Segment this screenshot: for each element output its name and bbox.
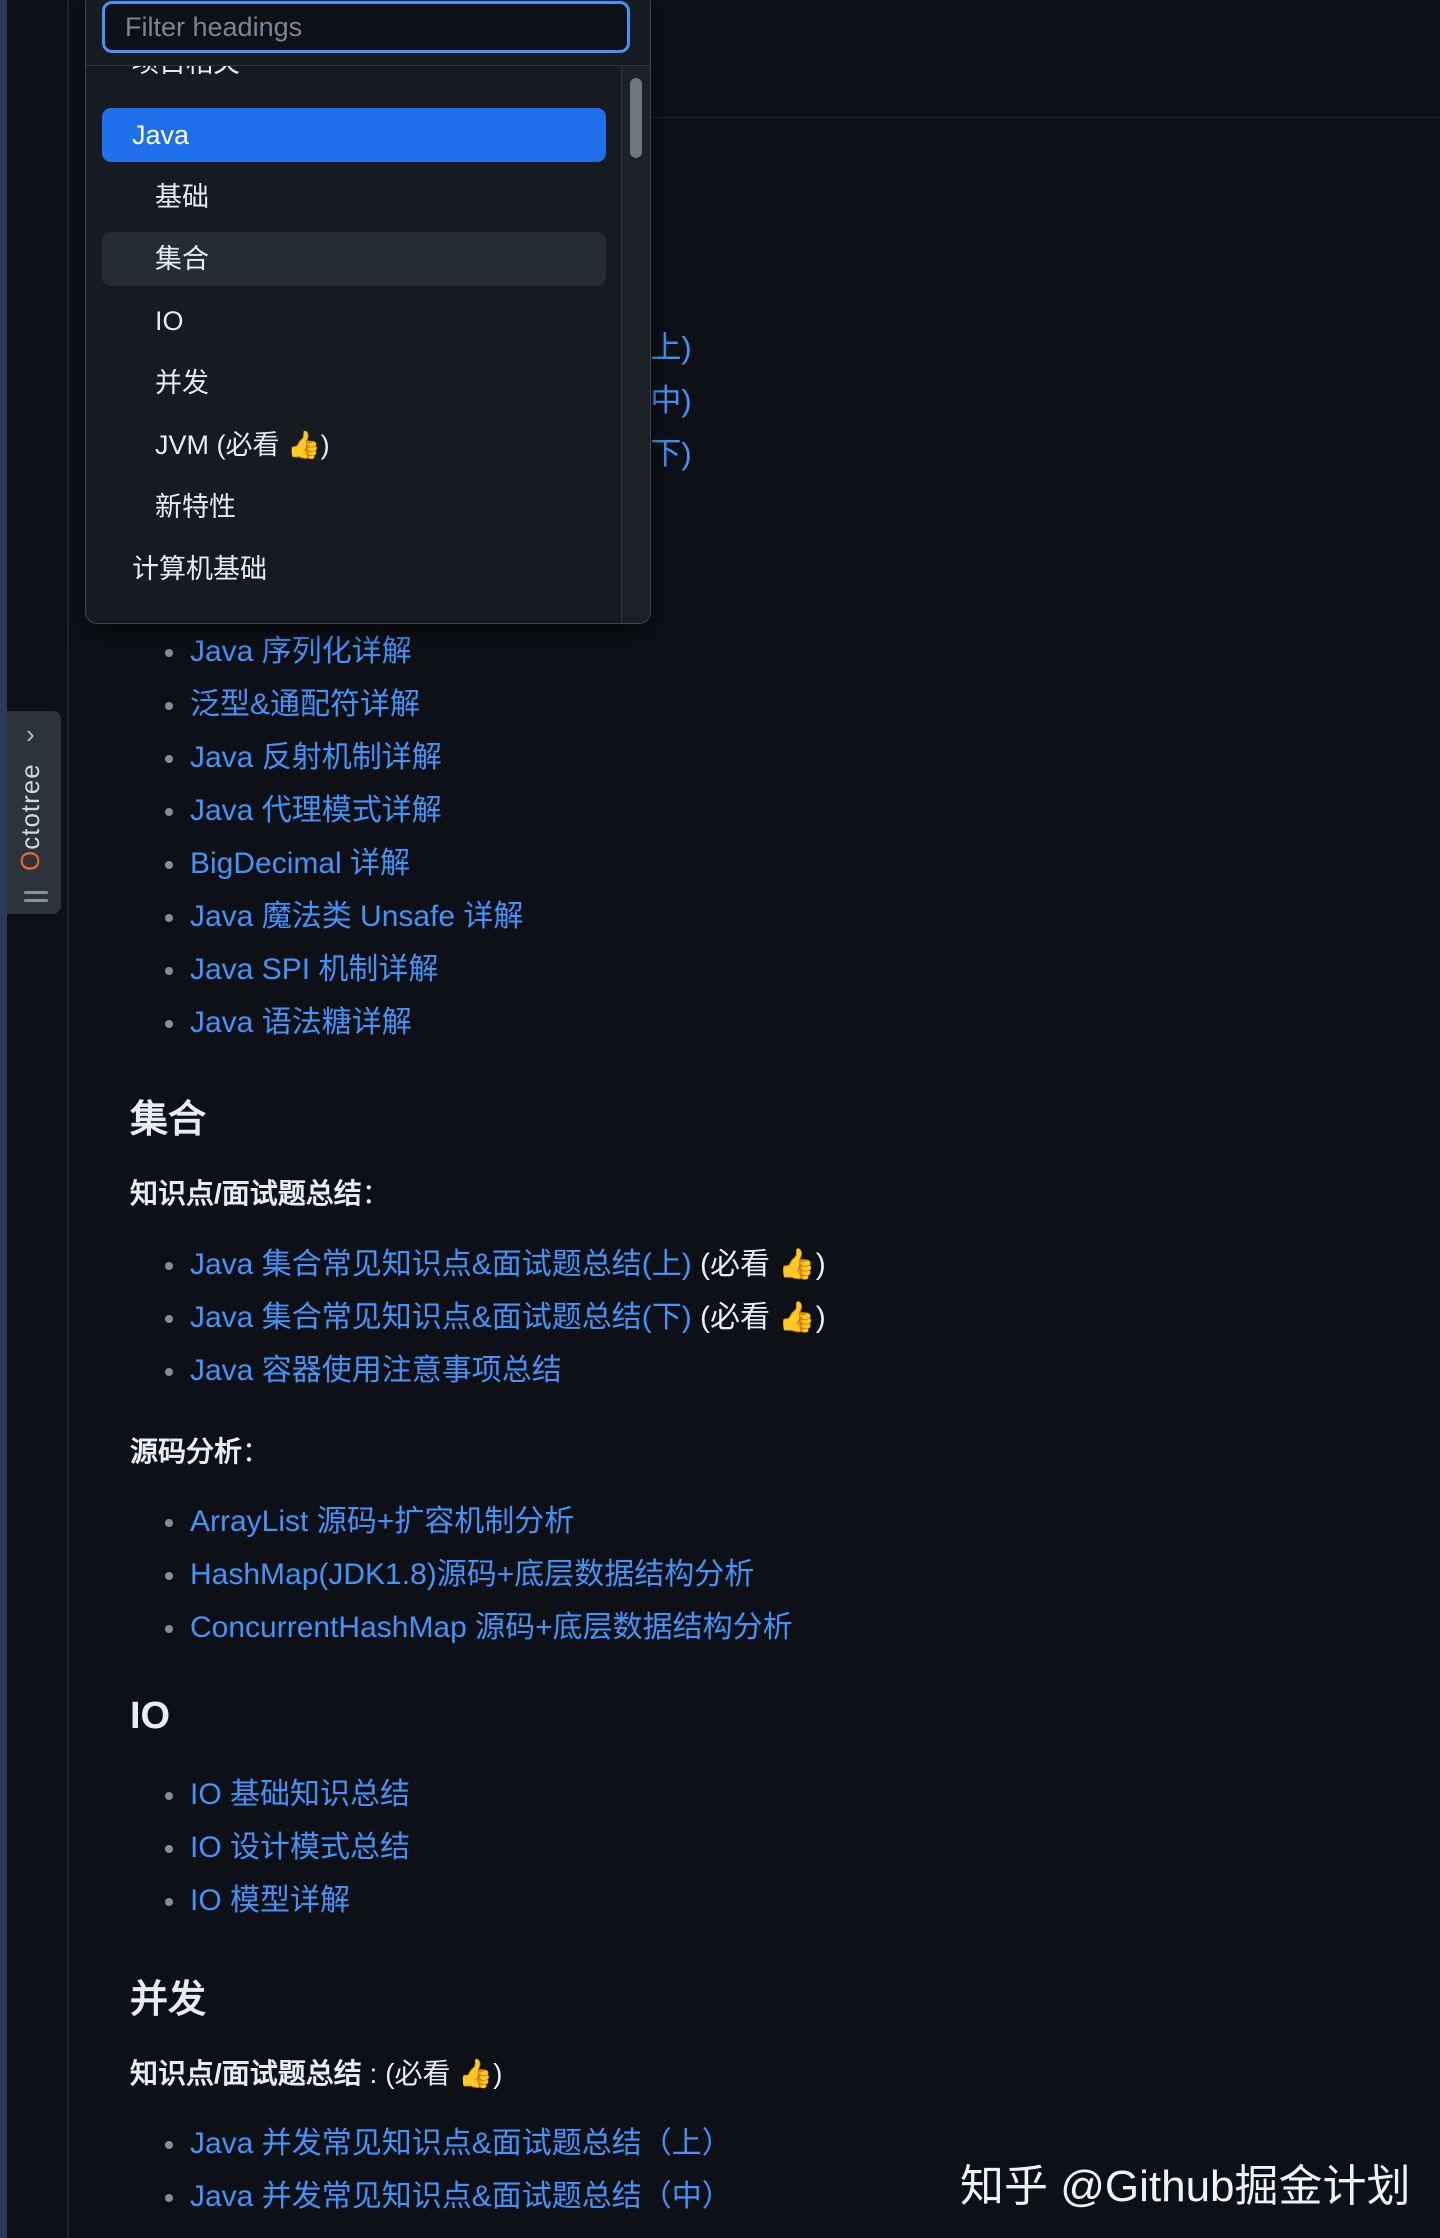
section-heading-collections: 集合 [130, 1099, 207, 1141]
heading-item-new-features[interactable]: 新特性 [102, 480, 606, 534]
browser-edge [0, 0, 7, 2238]
collections-source-list: ArrayList 源码+扩容机制分析 HashMap(JDK1.8)源码+底层… [130, 1495, 793, 1654]
list-item[interactable]: Java 魔法类 Unsafe 详解 [130, 890, 523, 943]
octotree-label: Octotree [15, 763, 45, 871]
subheading-source: 源码分析： [130, 1436, 271, 1467]
collections-knowledge-list: Java 集合常见知识点&面试题总结(上) (必看 👍) Java 集合常见知识… [130, 1238, 826, 1397]
basics-link-list: Java 序列化详解 泛型&通配符详解 Java 反射机制详解 Java 代理模… [130, 625, 523, 1049]
scrollbar-thumb[interactable] [630, 78, 642, 158]
list-item[interactable]: 泛型&通配符详解 [130, 678, 523, 731]
octotree-toggle[interactable]: › Octotree [7, 711, 61, 914]
headings-list: 项目相关 Java 基础 集合 IO 并发 JVM (必看 👍) 新特性 计算机… [86, 66, 621, 623]
section-heading-concurrency: 并发 [130, 1979, 207, 2021]
list-item[interactable]: Java 集合常见知识点&面试题总结(下) (必看 👍) [130, 1291, 826, 1344]
list-item[interactable]: Java 序列化详解 [130, 625, 523, 678]
list-item[interactable]: ArrayList 源码+扩容机制分析 [130, 1495, 793, 1548]
list-item[interactable]: IO 设计模式总结 [130, 1821, 410, 1874]
list-item[interactable]: Java 并发常见知识点&面试题总结（中） [130, 2170, 732, 2223]
chevron-right-icon: › [26, 719, 35, 749]
header-divider [640, 117, 1440, 118]
concurrency-link-list: Java 并发常见知识点&面试题总结（上） Java 并发常见知识点&面试题总结… [130, 2117, 732, 2223]
list-item[interactable]: Java 代理模式详解 [130, 784, 523, 837]
heading-item-io[interactable]: IO [102, 294, 606, 348]
heading-item-concurrency[interactable]: 并发 [102, 356, 606, 410]
list-item[interactable]: BigDecimal 详解 [130, 837, 523, 890]
list-item[interactable]: IO 基础知识总结 [130, 1768, 410, 1821]
io-link-list: IO 基础知识总结 IO 设计模式总结 IO 模型详解 [130, 1768, 410, 1927]
heading-item-project[interactable]: 项目相关 [102, 66, 606, 90]
article-border [67, 0, 69, 2238]
list-item[interactable]: IO 模型详解 [130, 1874, 410, 1927]
subheading-knowledge: 知识点/面试题总结 : (必看 👍) [130, 2058, 503, 2089]
heading-item-basics[interactable]: 基础 [102, 170, 606, 224]
list-item[interactable]: Java 反射机制详解 [130, 731, 523, 784]
list-item[interactable]: Java 容器使用注意事项总结 [130, 1344, 826, 1397]
hamburger-icon [24, 891, 48, 907]
list-item[interactable]: ConcurrentHashMap 源码+底层数据结构分析 [130, 1601, 793, 1654]
list-item[interactable]: Java 语法糖详解 [130, 996, 523, 1049]
subheading-knowledge: 知识点/面试题总结： [130, 1178, 390, 1209]
list-item[interactable]: Java 集合常见知识点&面试题总结(上) (必看 👍) [130, 1238, 826, 1291]
heading-item-collections[interactable]: 集合 [102, 232, 606, 286]
filter-headings-input[interactable] [102, 1, 630, 53]
list-item[interactable]: Java SPI 机制详解 [130, 943, 523, 996]
list-item[interactable]: Java 并发常见知识点&面试题总结（上） [130, 2117, 732, 2170]
section-heading-io: IO [130, 1695, 171, 1737]
headings-dropdown: 项目相关 Java 基础 集合 IO 并发 JVM (必看 👍) 新特性 计算机… [85, 0, 651, 624]
watermark: 知乎 @Github掘金计划 [960, 2162, 1411, 2211]
list-item[interactable]: HashMap(JDK1.8)源码+底层数据结构分析 [130, 1548, 793, 1601]
dropdown-scrollbar[interactable] [621, 66, 650, 623]
heading-item-java[interactable]: Java [102, 108, 606, 162]
heading-item-jvm[interactable]: JVM (必看 👍) [102, 418, 606, 472]
heading-item-cs-basics[interactable]: 计算机基础 [102, 542, 606, 596]
